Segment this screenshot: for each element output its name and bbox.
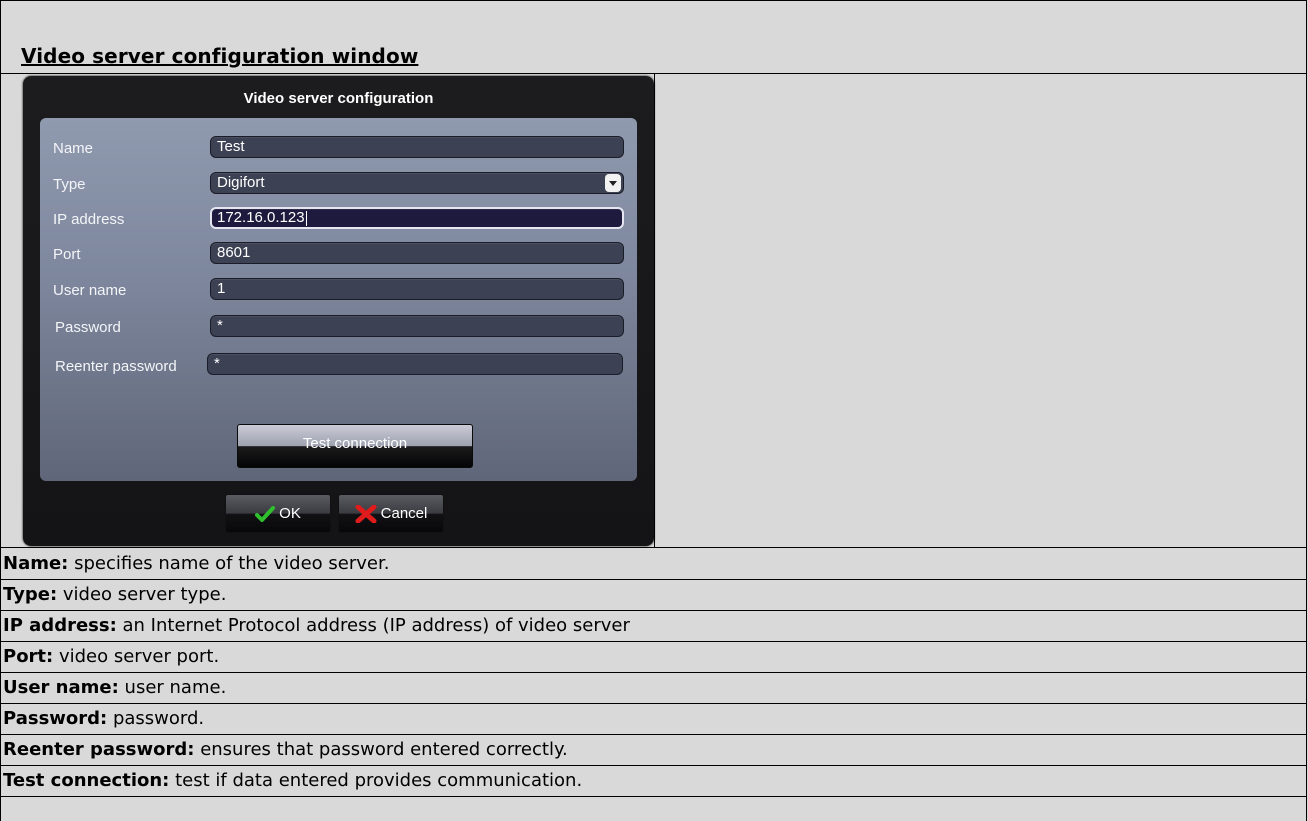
description-row: Name: specifies name of the video server… <box>3 553 390 574</box>
video-server-config-dialog: Video server configuration Name Test Typ… <box>23 76 654 546</box>
name-field[interactable]: Test <box>210 136 624 158</box>
divider <box>0 734 1307 735</box>
type-select-value: Digifort <box>217 174 265 191</box>
description-row: IP address: an Internet Protocol address… <box>3 615 630 636</box>
divider <box>0 765 1307 766</box>
user-name-field[interactable]: 1 <box>210 278 624 300</box>
divider <box>0 547 1307 548</box>
cancel-button[interactable]: Cancel <box>338 494 444 533</box>
divider <box>0 641 1307 642</box>
description-row: Port: video server port. <box>3 646 220 667</box>
divider <box>0 796 1307 797</box>
ok-label: OK <box>279 505 301 522</box>
description-row: Test connection: test if data entered pr… <box>3 770 583 791</box>
type-label: Type <box>53 176 86 193</box>
text-cursor <box>305 210 307 226</box>
ip-address-value: 172.16.0.123 <box>217 209 305 226</box>
description-row: Reenter password: ensures that password … <box>3 739 568 760</box>
description-row: Password: password. <box>3 708 205 729</box>
user-name-label: User name <box>53 282 127 299</box>
type-select[interactable]: Digifort <box>210 172 624 194</box>
dialog-title: Video server configuration <box>243 90 434 107</box>
check-icon <box>255 505 276 522</box>
port-field[interactable]: 8601 <box>210 242 624 264</box>
name-label: Name <box>53 140 94 157</box>
ok-button[interactable]: OK <box>225 494 331 533</box>
reenter-password-field[interactable]: * <box>207 353 623 375</box>
reenter-password-label: Reenter password <box>55 358 177 375</box>
cancel-label: Cancel <box>380 505 428 522</box>
description-row: Type: video server type. <box>3 584 227 605</box>
form-panel: Name Test Type Digifort IP address 172.1… <box>40 118 637 481</box>
description-row: User name: user name. <box>3 677 227 698</box>
test-connection-label: Test connection <box>302 435 408 452</box>
chevron-down-icon[interactable] <box>605 174 621 192</box>
password-label: Password <box>55 319 121 336</box>
divider <box>0 610 1307 611</box>
divider <box>0 579 1307 580</box>
test-connection-button[interactable]: Test connection <box>237 424 473 468</box>
divider <box>654 73 655 547</box>
close-icon <box>355 504 377 523</box>
divider <box>0 672 1307 673</box>
ip-address-field[interactable]: 172.16.0.123 <box>210 207 624 229</box>
divider <box>0 703 1307 704</box>
page-title: Video server configuration window <box>21 44 419 68</box>
password-field[interactable]: * <box>210 315 624 337</box>
port-label: Port <box>53 246 81 263</box>
ip-address-label: IP address <box>53 211 125 228</box>
